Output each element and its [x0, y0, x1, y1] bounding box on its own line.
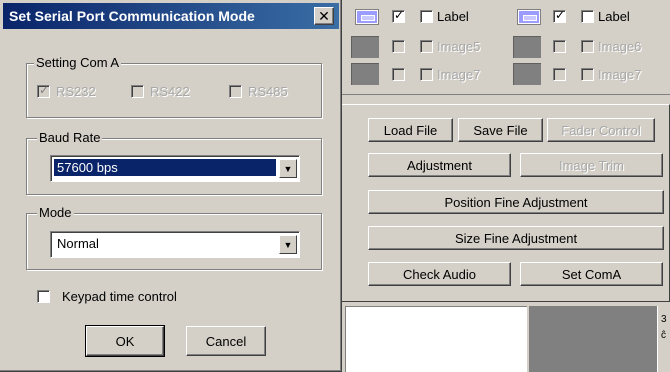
- adjustment-button[interactable]: Adjustment: [368, 153, 511, 177]
- load-file-button[interactable]: Load File: [368, 118, 453, 142]
- serial-port-dialog: Set Serial Port Communication Mode ✕ Set…: [0, 0, 342, 372]
- image6-label: Image6: [598, 39, 642, 54]
- rs232-checkbox[interactable]: ✓: [37, 83, 50, 98]
- mode-legend: Mode: [37, 205, 74, 221]
- baud-rate-dropdown-arrow[interactable]: ▼: [279, 159, 297, 178]
- dialog-titlebar[interactable]: Set Serial Port Communication Mode: [3, 3, 339, 29]
- image7a-visible-checkbox[interactable]: [392, 68, 405, 81]
- size-fine-adjustment-button[interactable]: Size Fine Adjustment: [368, 226, 664, 250]
- image-trim-button[interactable]: Image Trim: [520, 153, 663, 177]
- dialog-title: Set Serial Port Communication Mode: [9, 8, 255, 24]
- layer-color-swatch-1[interactable]: [355, 9, 379, 25]
- image7a-checkbox[interactable]: [420, 68, 433, 81]
- check-audio-button[interactable]: Check Audio: [368, 262, 511, 286]
- keypad-time-control-checkbox[interactable]: [37, 290, 50, 303]
- image-swatch-7b[interactable]: [513, 63, 541, 85]
- rs485-checkbox[interactable]: [229, 85, 242, 98]
- image7b-checkbox[interactable]: [581, 68, 594, 81]
- chevron-down-icon: ▼: [283, 163, 293, 174]
- preview-area: [345, 306, 527, 372]
- ok-button[interactable]: OK: [85, 325, 165, 357]
- chevron-down-icon: ▼: [283, 239, 293, 250]
- image-swatch-7a[interactable]: [351, 63, 379, 85]
- check-icon: ✓: [39, 83, 50, 97]
- label-checkbox-2-text: Label: [598, 9, 630, 24]
- position-fine-adjustment-button[interactable]: Position Fine Adjustment: [368, 190, 664, 214]
- keypad-time-control-label: Keypad time control: [62, 289, 177, 304]
- label-checkbox-1-text: Label: [437, 9, 469, 24]
- save-file-button[interactable]: Save File: [458, 118, 543, 142]
- mode-value: Normal: [57, 236, 99, 251]
- fader-control-button[interactable]: Fader Control: [547, 118, 655, 142]
- image6-checkbox[interactable]: [581, 40, 594, 53]
- mode-select[interactable]: Normal ▼: [50, 231, 300, 258]
- image5-checkbox[interactable]: [420, 40, 433, 53]
- close-icon: ✕: [318, 7, 330, 24]
- image-swatch-6[interactable]: [513, 36, 541, 58]
- image7a-label: Image7: [437, 67, 481, 82]
- control-panel: Load File Save File Fader Control Adjust…: [341, 104, 670, 302]
- check-icon: ✓: [394, 8, 405, 22]
- set-com-a-button[interactable]: Set ComA: [520, 262, 663, 286]
- close-button[interactable]: ✕: [314, 7, 334, 25]
- rs422-label: RS422: [150, 84, 190, 99]
- layer-color-swatch-2[interactable]: [517, 9, 541, 25]
- setting-com-legend: Setting Com A: [34, 55, 122, 71]
- check-icon: ✓: [555, 8, 566, 22]
- baud-rate-select[interactable]: 57600 bps ▼: [50, 155, 300, 182]
- baud-rate-value: 57600 bps: [54, 159, 276, 176]
- mode-dropdown-arrow[interactable]: ▼: [279, 235, 297, 254]
- image-swatch-5[interactable]: [351, 36, 379, 58]
- baud-rate-legend: Baud Rate: [37, 130, 103, 146]
- layer-visible-checkbox-2[interactable]: ✓: [553, 8, 566, 23]
- rs422-checkbox[interactable]: [131, 85, 144, 98]
- image7b-visible-checkbox[interactable]: [553, 68, 566, 81]
- image5-visible-checkbox[interactable]: [392, 40, 405, 53]
- layer-visible-checkbox-1[interactable]: ✓: [392, 8, 405, 23]
- image6-visible-checkbox[interactable]: [553, 40, 566, 53]
- cancel-button[interactable]: Cancel: [186, 326, 266, 356]
- layer-panel: ✓ Label ✓ Label Image5 Image6 Image7 Ima…: [341, 0, 670, 95]
- label-checkbox-1[interactable]: [420, 10, 433, 23]
- preview-dark-area: [529, 306, 657, 372]
- image7b-label: Image7: [598, 67, 642, 82]
- label-checkbox-2[interactable]: [581, 10, 594, 23]
- side-strip-text: 3 ĉ: [661, 314, 667, 341]
- rs485-label: RS485: [248, 84, 288, 99]
- rs232-label: RS232: [56, 84, 96, 99]
- image5-label: Image5: [437, 39, 481, 54]
